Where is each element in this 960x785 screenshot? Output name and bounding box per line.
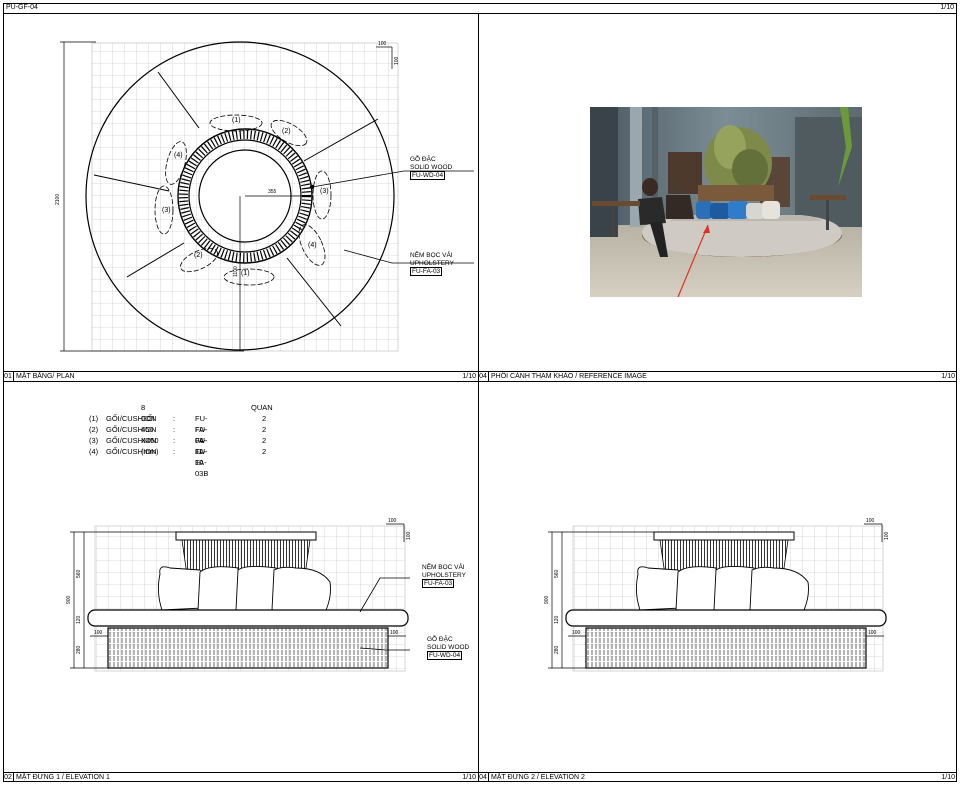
- legend-name: GỐI/CUSHION: [106, 414, 157, 423]
- panel-number: 04: [478, 773, 489, 782]
- elev1-offset-right: 100: [390, 630, 399, 636]
- legend-qty: 2: [262, 414, 267, 423]
- panel-scale: 1/10: [462, 373, 476, 380]
- panel-title-plan: 01 MẶT BẰNG/ PLAN 1/10: [3, 371, 478, 381]
- panel-name: MẶT ĐỨNG 2 / ELEVATION 2: [491, 774, 585, 781]
- legend-tag: (2): [89, 425, 99, 434]
- panel-divider-horizontal: [3, 381, 957, 382]
- plan-upholstery-note: NỆM BỌC VẢI UPHOLSTERY FU-FA-03: [410, 252, 454, 276]
- plan-dim-radius: 355: [268, 189, 277, 195]
- elev2-offset-right: 100: [868, 630, 877, 636]
- panel-name: MẶT ĐỨNG 1 / ELEVATION 1: [16, 774, 110, 781]
- elev2-seat: [565, 609, 887, 627]
- plan-upholstery-note-line1: NỆM BỌC VẢI: [410, 252, 453, 259]
- panel-name: MẶT BẰNG/ PLAN: [16, 373, 75, 380]
- plan-grid-mark-h: 100: [378, 41, 387, 47]
- elev2-offset-left: 100: [572, 630, 581, 636]
- legend-code: FU-FA-03B: [195, 447, 209, 478]
- elev2-base: [585, 627, 867, 669]
- legend-sep: :: [173, 414, 176, 423]
- legend-name: GỐI/CUSHION: [106, 436, 157, 445]
- legend-name: GỐI/CUSHION: [106, 447, 157, 456]
- panel-title-reference: 04 PHỐI CẢNH THAM KHẢO / REFERENCE IMAGE…: [478, 371, 957, 381]
- elev1-dim-base: 280: [76, 645, 82, 654]
- elev1-dim-back: 560: [76, 569, 82, 578]
- elev2-grid-mark-h: 100: [866, 518, 875, 524]
- elev1-upholstery-note: NỆM BỌC VẢI UPHOLSTERY FU-FA-03: [422, 564, 466, 588]
- legend-qty: 2: [262, 436, 267, 445]
- plan-tag-4b: (4): [308, 242, 317, 249]
- elev1-cushions: [157, 565, 331, 611]
- plan-tag-4a: (4): [174, 152, 183, 159]
- elev2-dim-back: 560: [554, 569, 560, 578]
- panel-scale: 1/10: [462, 774, 476, 781]
- elev2-dim-base: 280: [554, 645, 560, 654]
- panel-number: 01: [3, 372, 14, 381]
- elev1-upholstery-note-code: FU-FA-03: [422, 579, 455, 588]
- elev1-upholstery-note-line1: NỆM BỌC VẢI: [422, 564, 465, 571]
- plan-tag-1b: (1): [241, 270, 250, 277]
- plan-dim-inner: 1100: [233, 266, 239, 277]
- legend-sep: :: [173, 436, 176, 445]
- elev1-wood-note: GỖ ĐẶC SOLID WOOD FU-WD-04: [427, 636, 469, 660]
- plan-grid-mark-v: 100: [394, 56, 400, 65]
- legend-qty: 2: [262, 425, 267, 434]
- elev1-back-ring-top: [175, 531, 317, 541]
- plan-wood-note: GỖ ĐẶC SOLID WOOD FU-WD-04: [410, 156, 452, 180]
- panel-title-elevation-1: 02 MẶT ĐỨNG 1 / ELEVATION 1 1/10: [3, 772, 478, 782]
- elev1-wood-note-line1: GỖ ĐẶC: [427, 636, 453, 643]
- elev2-cushions: [635, 565, 809, 611]
- plan-tag-2a: (2): [282, 128, 291, 135]
- panel-name: PHỐI CẢNH THAM KHẢO / REFERENCE IMAGE: [491, 373, 647, 380]
- elev2-dim-total: 900: [544, 595, 550, 604]
- legend-qty: 2: [262, 447, 267, 456]
- sheet-code: PU-GF-04: [6, 4, 38, 11]
- plan-tag-1a: (1): [232, 117, 241, 124]
- elev1-dim-seat: 120: [76, 615, 82, 624]
- elev1-seat: [87, 609, 409, 627]
- panel-title-elevation-2: 04 MẶT ĐỨNG 2 / ELEVATION 2 1/10: [478, 772, 957, 782]
- legend-qty-header: QUAN: [251, 403, 273, 412]
- plan-tag-3b: (3): [320, 188, 329, 195]
- sheet-page: 1/10: [940, 4, 954, 11]
- plan-tag-3a: (3): [162, 207, 171, 214]
- elev1-grid-mark-v: 100: [406, 531, 412, 540]
- panel-number: 04: [478, 372, 489, 381]
- legend-name: GỐI/CUSHION: [106, 425, 157, 434]
- legend-tag: (1): [89, 414, 99, 423]
- elev1-grid-mark-h: 100: [388, 518, 397, 524]
- legend-sep: :: [173, 447, 176, 456]
- elev1-dim-total: 900: [66, 595, 72, 604]
- elev2-dim-seat: 120: [554, 615, 560, 624]
- panel-divider-vertical: [478, 14, 479, 782]
- elev1-wood-note-code: FU-WD-04: [427, 651, 463, 660]
- plan-wood-note-line1: GỖ ĐẶC: [410, 156, 436, 163]
- elevation-1-drawing: 900 560 120 280 100 100 100 100: [66, 518, 412, 672]
- plan-wood-note-code: FU-WD-04: [410, 171, 446, 180]
- elev2-back-ring-top: [653, 531, 795, 541]
- plan-tag-2b: (2): [194, 252, 203, 259]
- legend-sep: :: [173, 425, 176, 434]
- panel-scale: 1/10: [941, 774, 955, 781]
- legend-tag: (3): [89, 436, 99, 445]
- elev1-offset-left: 100: [94, 630, 103, 636]
- reference-image: [590, 107, 862, 297]
- panel-number: 02: [3, 773, 14, 782]
- elevation-2-drawing: 900 560 120 280 100 100 100 100: [544, 518, 890, 672]
- elev1-base: [107, 627, 389, 669]
- plan-drawing: 2100 355 1100 100 100 (1) (2) (3) (4) (1…: [55, 41, 474, 352]
- plan-dim-overall: 2100: [55, 194, 61, 205]
- sheet-header: PU-GF-04 1/10: [3, 3, 957, 14]
- panel-scale: 1/10: [941, 373, 955, 380]
- plan-upholstery-note-code: FU-FA-03: [410, 267, 443, 276]
- elev2-grid-mark-v: 100: [884, 531, 890, 540]
- legend-tag: (4): [89, 447, 99, 456]
